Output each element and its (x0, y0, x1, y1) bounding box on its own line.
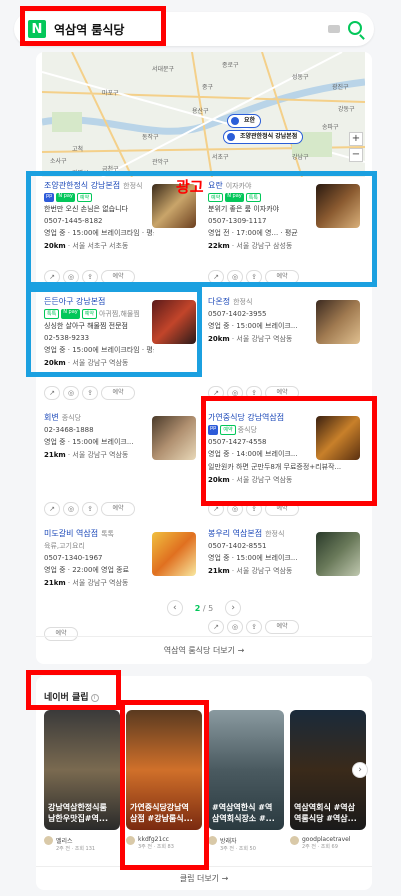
ad-annotation-label: 광고 (176, 178, 204, 196)
avatar[interactable] (44, 836, 53, 845)
clip-caption: #역삼역한식 #역 삼역회식장소 #... (212, 803, 275, 823)
reserve-button[interactable]: 예약 (101, 502, 135, 516)
place-distance: 21km · 서울 강남구 역삼동 (44, 579, 129, 587)
more-places-link[interactable]: 역삼역 룸식당 더보기 → (36, 636, 372, 656)
page: N 역삼역 룸식당 서대문구 종로구 중구 용산구 마포구 성동구 광진구 동작… (0, 0, 401, 896)
place-status: 영업 중 · 15:00에 브레이크... (208, 322, 298, 330)
map-label: 관악구 (152, 159, 169, 166)
share-button[interactable]: ⇪ (246, 620, 262, 634)
clip-card[interactable]: 강남역삼한정식룸 남한우맛집#역... (44, 710, 120, 830)
map[interactable]: 서대문구 종로구 중구 용산구 마포구 성동구 광진구 동작구 서초구 강남구 … (42, 52, 365, 177)
place-desc: 육류,고기요리 (44, 542, 85, 550)
map-label: 서초구 (212, 154, 229, 161)
map-pin[interactable]: 조양관한정식 강남본점 (223, 130, 304, 144)
map-label: 동작구 (142, 134, 159, 141)
route-button[interactable]: ↗ (208, 620, 224, 634)
clip-card[interactable]: #역삼역한식 #역 삼역회식장소 #... (208, 710, 284, 830)
reserve-button[interactable]: 예약 (265, 620, 299, 634)
map-label: 마포구 (102, 90, 119, 97)
map-label: 종로구 (222, 62, 239, 69)
map-pin[interactable]: 요한 (227, 114, 262, 128)
page-indicator: 2 / 5 (194, 603, 214, 613)
map-label: 중구 (202, 84, 214, 91)
place-item[interactable]: 봉우리 역삼본점 한정식 0507-1402-8551 영업 중 · 15:00에… (208, 528, 364, 594)
avatar[interactable] (290, 836, 299, 845)
map-label: 광진구 (332, 84, 349, 91)
clip-author[interactable]: 방래자 (220, 836, 284, 845)
place-status: 영업 중 · 15:00에 브레이크... (44, 438, 134, 446)
highlight-box-search (20, 6, 166, 46)
place-thumbnail[interactable] (152, 532, 196, 576)
clip-author[interactable]: goodplacetravel (302, 836, 366, 843)
clip-stat: 3주 전 · 조회 50 (220, 846, 256, 852)
avatar[interactable] (208, 836, 217, 845)
map-label: 강동구 (338, 106, 355, 113)
clip-stat: 2주 전 · 조회 69 (302, 844, 338, 850)
place-thumbnail[interactable] (316, 532, 360, 576)
location-button[interactable]: ◎ (227, 620, 243, 634)
search-icon[interactable] (348, 21, 362, 35)
clip-meta: 멜리스 2주 전 · 조회 131 (44, 836, 120, 852)
pagination: ‹ 2 / 5 › (36, 600, 372, 616)
clip-next-button[interactable]: › (352, 762, 368, 778)
clip-stat: 2주 전 · 조회 131 (56, 846, 96, 852)
clip-author[interactable]: 멜리스 (56, 836, 120, 845)
share-button[interactable]: ⇪ (82, 502, 98, 516)
map-label: 강남구 (292, 154, 309, 161)
keyboard-icon[interactable] (328, 25, 340, 33)
map-label: 서대문구 (152, 66, 175, 73)
place-status: 영업 중 · 15:00에 브레이크... (208, 554, 298, 562)
reserve-button[interactable]: 예약 (101, 386, 135, 400)
clip-meta: 방래자 3주 전 · 조회 50 (208, 836, 284, 852)
next-page-button[interactable]: › (225, 600, 242, 616)
clip-meta: goodplacetravel 2주 전 · 조회 69 (290, 836, 366, 850)
map-label: 송파구 (322, 124, 339, 131)
highlight-box-clip (120, 700, 209, 870)
highlight-box-ad-2 (26, 287, 202, 377)
place-thumbnail[interactable] (152, 416, 196, 460)
location-button[interactable]: ◎ (63, 502, 79, 516)
map-label: 용산구 (192, 108, 209, 115)
highlight-box-place (201, 396, 377, 506)
highlight-box-clip-title (26, 670, 121, 710)
place-item[interactable]: 회변 종식당 02-3468-1888 영업 중 · 15:00에 브레이크...… (44, 412, 200, 522)
prev-page-button[interactable]: ‹ (166, 600, 183, 616)
location-button[interactable]: ◎ (63, 386, 79, 400)
place-status: 영업 중 · 22:00에 영업 종료 (44, 566, 130, 574)
route-button[interactable]: ↗ (44, 386, 60, 400)
place-item[interactable]: 다온정 한정식 0507-1402-3955 영업 중 · 15:00에 브레이크… (208, 296, 364, 406)
zoom-out-button[interactable]: − (349, 148, 363, 162)
map-label: 고척 (72, 146, 84, 153)
place-thumbnail[interactable] (316, 300, 360, 344)
clip-caption: 강남역삼한정식룸 남한우맛집#역... (48, 803, 108, 823)
zoom-in-button[interactable]: + (349, 132, 363, 146)
clip-caption: 역삼역회식 #역삼 역룸식당 #역삼... (294, 803, 357, 823)
share-button[interactable]: ⇪ (82, 386, 98, 400)
map-label: 소사구 (50, 158, 67, 165)
place-actions-row: ↗ ◎ ⇪ 예약 (208, 620, 299, 634)
route-button[interactable]: ↗ (44, 502, 60, 516)
map-label: 성동구 (292, 74, 309, 81)
place-item[interactable]: 미도갈비 역삼점 톡톡 육류,고기요리 0507-1340-1967 영업 중 ·… (44, 528, 200, 594)
